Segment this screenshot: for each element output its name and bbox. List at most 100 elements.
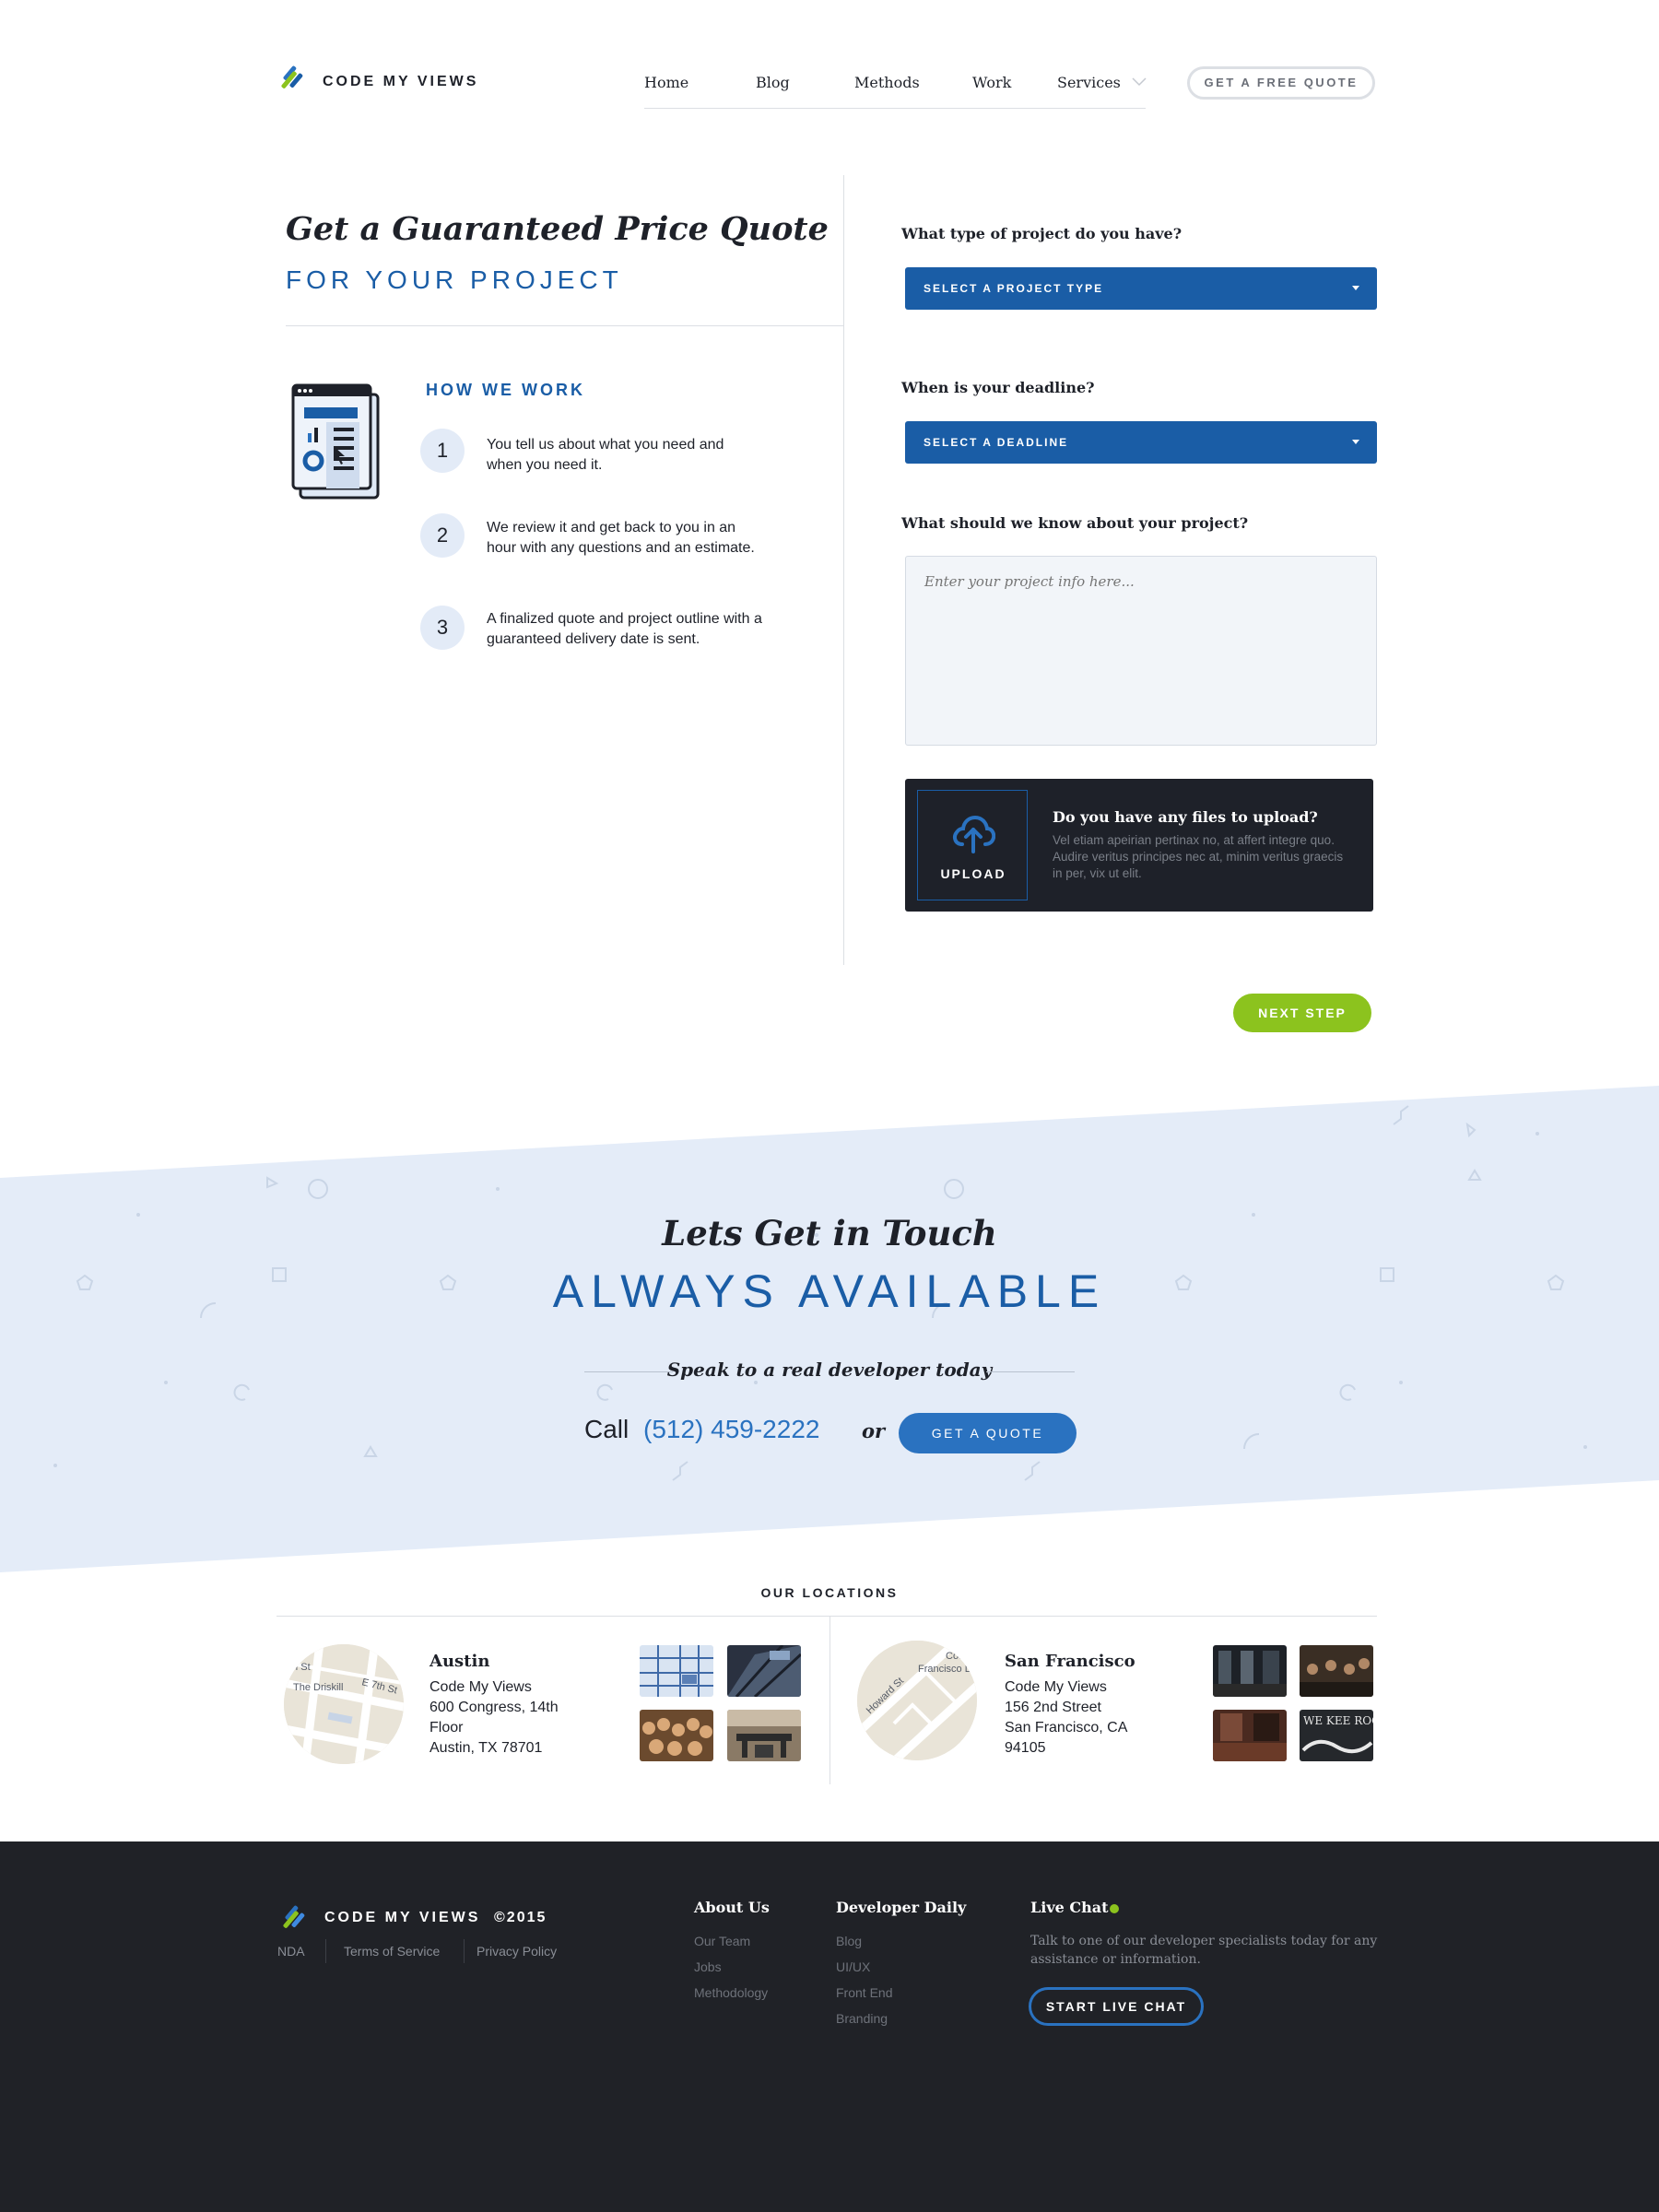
office-photo-sf-3[interactable]	[1213, 1710, 1287, 1761]
footer-link-branding[interactable]: Branding	[836, 2011, 888, 2026]
office-photo-graphic: WE KEE ROCKIN	[1300, 1710, 1373, 1761]
hero-divider	[286, 325, 843, 326]
start-live-chat-button[interactable]: START LIVE CHAT	[1029, 1987, 1204, 2026]
address-line: 156 2nd Street	[1005, 1700, 1101, 1715]
page-subtitle: FOR YOUR PROJECT	[286, 265, 623, 294]
caret-down-icon	[1352, 440, 1359, 444]
office-photo-graphic	[727, 1645, 801, 1697]
caret-down-icon	[1352, 286, 1359, 290]
step-number: 3	[420, 606, 465, 650]
footer-separator	[464, 1939, 465, 1963]
nav-home[interactable]: Home	[644, 74, 688, 91]
free-quote-button[interactable]: GET A FREE QUOTE	[1187, 66, 1375, 100]
footer-link-methodology[interactable]: Methodology	[694, 1985, 768, 2000]
footer-link-terms[interactable]: Terms of Service	[344, 1944, 440, 1959]
logo-mark[interactable]	[276, 63, 308, 94]
office-photo-graphic	[1213, 1710, 1287, 1761]
footer	[0, 1841, 1659, 2212]
footer-daily-title: Developer Daily	[836, 1899, 967, 1916]
address-line: Austin, TX 78701	[429, 1740, 543, 1756]
address-line: San Francisco, CA	[1005, 1720, 1128, 1735]
footer-link-our-team[interactable]: Our Team	[694, 1934, 750, 1948]
how-we-work-title: HOW WE WORK	[426, 381, 585, 399]
step-text: We review it and get back to you in an h…	[487, 520, 755, 556]
contact-subtitle: ALWAYS AVAILABLE	[552, 1265, 1107, 1317]
footer-chat-description: Talk to one of our developer specialists…	[1030, 1934, 1378, 1967]
phone-link[interactable]: (512) 459-2222	[643, 1415, 819, 1444]
column-divider	[843, 175, 844, 965]
office-photo-graphic	[640, 1710, 713, 1761]
office-photo-austin-4[interactable]	[727, 1710, 801, 1761]
footer-separator	[325, 1939, 326, 1963]
austin-city: Austin	[429, 1652, 490, 1671]
get-quote-button[interactable]: GET A QUOTE	[899, 1413, 1077, 1453]
office-photo-graphic	[640, 1645, 713, 1697]
office-photo-sf-1[interactable]	[1213, 1645, 1287, 1697]
map-label: Cou	[946, 1651, 964, 1662]
address-line: Code My Views	[429, 1679, 532, 1695]
project-type-label: What type of project do you have?	[901, 225, 1182, 242]
footer-link-nda[interactable]: NDA	[277, 1944, 305, 1959]
deadline-label: When is your deadline?	[901, 379, 1095, 396]
tagline-rule-right	[986, 1371, 1075, 1372]
office-photo-graphic	[1300, 1645, 1373, 1697]
project-type-select[interactable]: SELECT A PROJECT TYPE	[905, 267, 1377, 310]
office-photo-graphic	[727, 1710, 801, 1761]
office-photo-sf-4[interactable]: WE KEE ROCKIN	[1300, 1710, 1373, 1761]
contact-title: Lets Get in Touch	[662, 1213, 997, 1253]
footer-link-front-end[interactable]: Front End	[836, 1985, 892, 2000]
nav-services[interactable]: Services	[1057, 74, 1121, 91]
office-photo-austin-3[interactable]	[640, 1710, 713, 1761]
office-photo-austin-1[interactable]	[640, 1645, 713, 1697]
or-label: or	[862, 1419, 886, 1442]
footer-link-jobs[interactable]: Jobs	[694, 1959, 722, 1974]
next-step-button[interactable]: NEXT STEP	[1233, 994, 1371, 1032]
nav-work[interactable]: Work	[972, 74, 1011, 91]
project-info-textarea[interactable]	[905, 556, 1377, 746]
locations-heading: OUR LOCATIONS	[760, 1585, 899, 1600]
document-illustration-icon	[291, 383, 380, 500]
project-type-value: SELECT A PROJECT TYPE	[924, 282, 1104, 295]
main-nav: Home Blog Methods Work Services	[644, 57, 1147, 109]
chevron-down-icon[interactable]	[1132, 77, 1147, 87]
address-line: Code My Views	[1005, 1679, 1107, 1695]
footer-about-title: About Us	[694, 1899, 770, 1916]
address-line: 600 Congress, 14th	[429, 1700, 559, 1715]
upload-description: Vel etiam apeirian pertinax no, at affer…	[1053, 833, 1344, 880]
address-line: 94105	[1005, 1740, 1046, 1756]
project-info-label: What should we know about your project?	[901, 514, 1249, 532]
contact-tagline: Speak to a real developer today	[666, 1359, 993, 1381]
footer-link-uiux[interactable]: UI/UX	[836, 1959, 870, 1974]
footer-link-blog[interactable]: Blog	[836, 1934, 862, 1948]
sf-map[interactable]: Howard St Cou Francisco D	[857, 1641, 977, 1760]
cloud-upload-icon	[953, 815, 995, 853]
austin-map-graphic: th St The Driskill E 7th St	[284, 1644, 404, 1764]
deadline-select[interactable]: SELECT A DEADLINE	[905, 421, 1377, 464]
call-label: Call	[584, 1415, 629, 1443]
map-label: Francisco D	[918, 1664, 972, 1675]
footer-logo-text[interactable]: CODE MY VIEWS	[324, 1910, 480, 1926]
austin-map[interactable]: th St The Driskill E 7th St	[284, 1644, 404, 1764]
page-title: Get a Guaranteed Price Quote	[286, 210, 829, 248]
sf-city: San Francisco	[1005, 1652, 1135, 1671]
upload-panel: UPLOAD Do you have any files to upload? …	[905, 779, 1373, 912]
sign-text: WE KEE ROCKIN	[1303, 1714, 1373, 1727]
office-photo-sf-2[interactable]	[1300, 1645, 1373, 1697]
address-line: Floor	[429, 1720, 464, 1735]
office-photo-austin-2[interactable]	[727, 1645, 801, 1697]
upload-label: UPLOAD	[940, 866, 1006, 881]
nav-blog[interactable]: Blog	[756, 74, 790, 91]
copyright: ©2015	[494, 1910, 547, 1925]
logo-text[interactable]: CODE MY VIEWS	[323, 74, 478, 90]
online-status-dot	[1110, 1904, 1119, 1913]
map-label: th St	[289, 1662, 311, 1673]
upload-button[interactable]: UPLOAD	[917, 790, 1028, 900]
upload-question: Do you have any files to upload?	[1053, 808, 1318, 826]
locations-divider	[276, 1616, 1377, 1617]
nav-methods[interactable]: Methods	[854, 74, 920, 91]
footer-chat-title: Live Chat	[1030, 1899, 1109, 1916]
step-number: 1	[420, 429, 465, 473]
footer-link-privacy[interactable]: Privacy Policy	[477, 1944, 557, 1959]
footer-logo-mark[interactable]	[278, 1902, 310, 1934]
deadline-value: SELECT A DEADLINE	[924, 436, 1069, 449]
